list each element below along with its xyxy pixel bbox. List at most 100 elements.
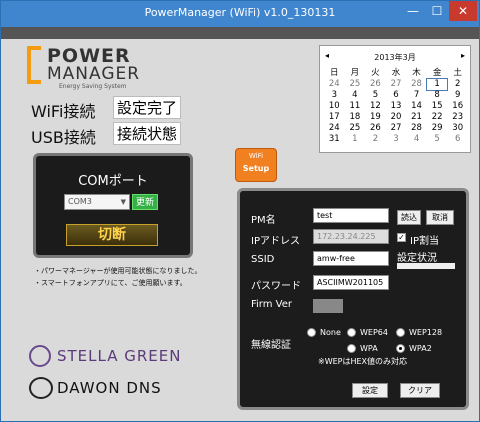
calendar-day[interactable]: 11 <box>345 101 366 112</box>
auth-wpa2-radio[interactable] <box>396 344 405 353</box>
calendar-next-icon[interactable]: ▸ <box>461 51 465 60</box>
calendar-day[interactable]: 24 <box>324 123 345 134</box>
wifi-setup-button[interactable]: WiFi Setup <box>235 148 277 182</box>
calendar-day[interactable]: 4 <box>345 90 366 101</box>
calendar-day[interactable]: 29 <box>427 123 448 134</box>
calendar-day[interactable]: 16 <box>447 101 468 112</box>
auth-wep128-label: WEP128 <box>409 328 443 337</box>
calendar-day[interactable]: 26 <box>365 79 386 90</box>
calendar-day[interactable]: 24 <box>324 79 345 90</box>
calendar-weekday: 土 <box>453 68 462 78</box>
logo-bracket-icon <box>27 46 41 84</box>
ip-assign-checkbox[interactable]: ✓ <box>397 233 406 242</box>
calendar-day[interactable]: 19 <box>365 112 386 123</box>
calendar-day[interactable]: 17 <box>324 112 345 123</box>
calendar-day[interactable]: 10 <box>324 101 345 112</box>
auth-wpa-label: WPA <box>360 344 378 353</box>
wifi-status-value: 設定完了 <box>113 96 182 119</box>
wifi-icon: WiFi <box>248 152 264 160</box>
wifi-settings-panel: PM名 test 読込 取消 IPアドレス 172.23.24.225 ✓ IP… <box>237 188 469 410</box>
calendar-day[interactable]: 6 <box>386 90 407 101</box>
calendar-day[interactable]: 5 <box>427 134 448 145</box>
calendar-day[interactable]: 3 <box>324 90 345 101</box>
usb-status-label: USB接続 <box>31 128 96 147</box>
calendar-day[interactable]: 25 <box>345 123 366 134</box>
calendar-day[interactable]: 14 <box>406 101 427 112</box>
maximize-button[interactable]: ☐ <box>425 1 449 21</box>
logo-tagline: Energy Saving System <box>59 83 127 90</box>
calendar-day[interactable]: 28 <box>406 123 427 134</box>
ssid-input[interactable]: amw-free <box>313 251 389 266</box>
calendar-weekday: 水 <box>391 68 401 78</box>
firm-ver-value <box>313 299 343 313</box>
calendar-day[interactable]: 27 <box>386 123 407 134</box>
calendar-day[interactable]: 7 <box>406 90 427 101</box>
calendar-weekday: 金 <box>432 68 442 78</box>
update-button[interactable]: 更新 <box>132 194 158 210</box>
calendar-weekday: 日 <box>330 68 339 78</box>
calendar-day[interactable]: 2 <box>447 79 468 90</box>
auth-none-radio[interactable] <box>307 328 316 337</box>
usb-status-value: 接続状態 <box>113 122 182 145</box>
calendar-day[interactable]: 5 <box>365 90 386 101</box>
com-port-value: COM3 <box>68 197 92 206</box>
calendar-day[interactable]: 3 <box>386 134 407 145</box>
header-strip <box>1 27 479 39</box>
set-button[interactable]: 設定 <box>352 383 388 398</box>
calendar-day[interactable]: 25 <box>345 79 366 90</box>
calendar: ◂ 2013年3月 ▸ 日月火水木金土 24 25 26 27 28 1 2 3 4 5 6 7 8 9 10… <box>319 45 471 153</box>
com-port-select[interactable]: COM3 ▼ <box>64 194 130 210</box>
auth-label: 無線認証 <box>251 340 291 351</box>
minimize-button[interactable]: — <box>401 1 425 21</box>
setting-status-box <box>397 263 455 269</box>
auth-wep64-radio[interactable] <box>347 328 356 337</box>
clear-button[interactable]: クリア <box>400 383 440 398</box>
calendar-day[interactable]: 22 <box>427 112 448 123</box>
calendar-day[interactable]: 4 <box>406 134 427 145</box>
auth-none-label: None <box>320 328 341 337</box>
calendar-grid: 日月火水木金土 24 25 26 27 28 1 2 3 4 5 6 7 8 9 10 11 12 13 14 15 16… <box>324 68 468 145</box>
app-window: PowerManager (WiFi) v1.0_130131 — ☐ ✕ PO… <box>0 0 480 422</box>
auth-wep64-label: WEP64 <box>360 328 388 337</box>
calendar-day[interactable]: 27 <box>386 79 407 90</box>
auth-wpa-radio[interactable] <box>347 344 356 353</box>
calendar-day[interactable]: 8 <box>427 90 448 101</box>
calendar-day[interactable]: 20 <box>386 112 407 123</box>
pm-name-input[interactable]: test <box>313 208 389 223</box>
read-button[interactable]: 読込 <box>397 210 421 225</box>
note-line: ・スマートフォンアプリにて、ご使用願います。 <box>34 279 187 287</box>
stella-green-logo: STELLA GREEN <box>57 347 182 365</box>
calendar-day[interactable]: 30 <box>447 123 468 134</box>
calendar-day[interactable]: 15 <box>427 101 448 112</box>
auth-wep128-radio[interactable] <box>396 328 405 337</box>
calendar-day[interactable]: 21 <box>406 112 427 123</box>
calendar-day[interactable]: 28 <box>406 79 427 90</box>
com-port-panel: COMポート COM3 ▼ 更新 切断 <box>33 153 193 258</box>
title-bar: PowerManager (WiFi) v1.0_130131 — ☐ ✕ <box>1 1 479 27</box>
calendar-day[interactable]: 12 <box>365 101 386 112</box>
wifi-status-label: WiFi接続 <box>31 102 96 121</box>
password-input[interactable]: ASCIIMW201105 <box>313 275 389 290</box>
calendar-day[interactable]: 13 <box>386 101 407 112</box>
cancel-button[interactable]: 取消 <box>426 210 454 225</box>
password-label: パスワード <box>251 281 301 292</box>
calendar-day[interactable]: 1 <box>345 134 366 145</box>
calendar-day[interactable]: 18 <box>345 112 366 123</box>
calendar-weekday: 月 <box>350 68 360 78</box>
disconnect-button[interactable]: 切断 <box>66 224 158 246</box>
calendar-day[interactable]: 6 <box>447 134 468 145</box>
ip-address-label: IPアドレス <box>251 236 300 247</box>
ssid-label: SSID <box>251 254 275 265</box>
calendar-weekday: 火 <box>371 68 380 78</box>
chevron-down-icon: ▼ <box>120 198 126 206</box>
calendar-day[interactable]: 1 <box>425 78 449 91</box>
pm-name-label: PM名 <box>251 215 276 226</box>
close-button[interactable]: ✕ <box>449 1 477 21</box>
calendar-day[interactable]: 31 <box>324 134 345 145</box>
note-line: ・パワーマネージャーが使用可能状態になりました。 <box>34 267 202 275</box>
calendar-day[interactable]: 9 <box>447 90 468 101</box>
calendar-day[interactable]: 26 <box>365 123 386 134</box>
calendar-day[interactable]: 23 <box>447 112 468 123</box>
calendar-day[interactable]: 2 <box>365 134 386 145</box>
ip-address-input[interactable]: 172.23.24.225 <box>313 229 389 244</box>
